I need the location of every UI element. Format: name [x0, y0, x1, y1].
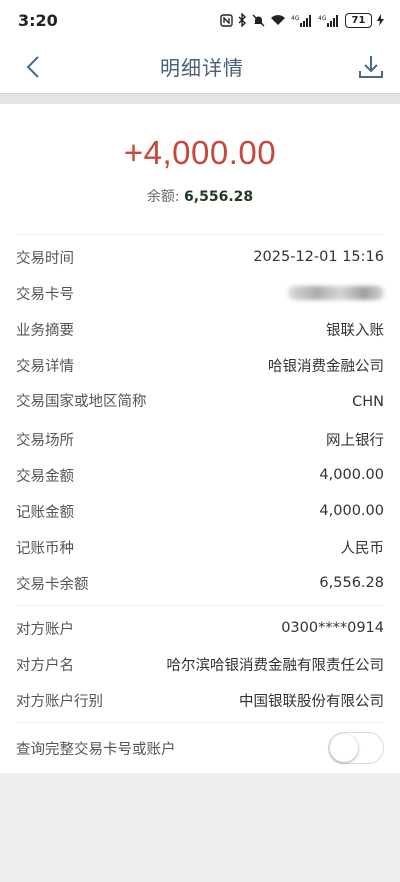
- top-spacer: [0, 94, 400, 104]
- detail-value: 网上银行: [326, 432, 384, 449]
- detail-value: 2025-12-01 15:16: [253, 249, 384, 265]
- detail-value: CHN: [352, 394, 384, 410]
- masked-card-number: [288, 286, 384, 300]
- svg-text:4G: 4G: [291, 15, 300, 22]
- detail-row-description: 交易详情 哈银消费金融公司: [16, 347, 384, 383]
- detail-row-summary: 业务摘要 银联入账: [16, 311, 384, 347]
- detail-label: 记账金额: [16, 504, 74, 521]
- counterparty-row-name: 对方户名 哈尔滨哈银消费金融有限责任公司: [16, 646, 384, 682]
- mute-bell-icon: [252, 14, 265, 27]
- detail-row-time: 交易时间 2025-12-01 15:16: [16, 239, 384, 275]
- toggle-label: 查询完整交易卡号或账户: [16, 741, 176, 758]
- detail-value: 4,000.00: [319, 503, 384, 519]
- detail-row-posted-amount: 记账金额 4,000.00: [16, 493, 384, 529]
- detail-label: 交易时间: [16, 250, 74, 267]
- detail-value: 6,556.28: [319, 575, 384, 591]
- nfc-icon: [220, 13, 233, 27]
- charging-bolt-icon: [377, 14, 384, 26]
- status-icons: 4G 4G 71: [220, 12, 384, 28]
- counterparty-row-account: 对方账户 0300****0914: [16, 610, 384, 646]
- chevron-left-icon: [26, 55, 39, 78]
- detail-label: 业务摘要: [16, 322, 74, 339]
- detail-label: 交易卡余额: [16, 576, 89, 593]
- detail-row-card-balance: 交易卡余额 6,556.28: [16, 565, 384, 601]
- detail-value: 哈银消费金融公司: [268, 358, 384, 375]
- detail-label: 交易国家或地区简称: [16, 393, 147, 410]
- balance-label: 余额:: [146, 189, 185, 205]
- detail-label: 对方账户行别: [16, 693, 103, 710]
- balance-line: 余额: 6,556.28: [0, 186, 400, 206]
- detail-label: 交易卡号: [16, 286, 74, 303]
- balance-value: 6,556.28: [184, 189, 254, 205]
- wifi-icon: [270, 14, 286, 26]
- detail-value: 人民币: [340, 540, 385, 557]
- back-button[interactable]: [18, 52, 48, 82]
- cellular-signal-icon-2: 4G: [318, 14, 340, 27]
- toggle-knob: [330, 734, 358, 762]
- amount-summary: +4,000.00 余额: 6,556.28: [0, 104, 400, 234]
- transaction-amount: +4,000.00: [123, 134, 277, 171]
- detail-value: 哈尔滨哈银消费金融有限责任公司: [166, 657, 385, 674]
- detail-label: 对方账户: [16, 621, 74, 638]
- detail-label: 交易详情: [16, 358, 74, 375]
- detail-label: 交易金额: [16, 468, 74, 485]
- detail-row-venue: 交易场所 网上银行: [16, 421, 384, 457]
- download-icon: [359, 55, 383, 78]
- full-number-toggle[interactable]: [328, 732, 384, 764]
- full-number-toggle-row: 查询完整交易卡号或账户: [16, 723, 384, 773]
- svg-text:4G: 4G: [318, 15, 327, 22]
- detail-label: 记账币种: [16, 540, 74, 557]
- bluetooth-icon: [238, 13, 247, 27]
- counterparty-details: 对方账户 0300****0914 对方户名 哈尔滨哈银消费金融有限责任公司 对…: [16, 606, 384, 722]
- detail-row-card-number: 交易卡号: [16, 275, 384, 311]
- cellular-signal-icon: 4G: [291, 14, 313, 27]
- transaction-details: 交易时间 2025-12-01 15:16 交易卡号 业务摘要 银联入账 交易详…: [16, 235, 384, 605]
- detail-row-transaction-amount: 交易金额 4,000.00: [16, 457, 384, 493]
- status-time: 3:20: [18, 10, 58, 30]
- detail-value: 中国银联股份有限公司: [239, 693, 384, 710]
- page-title: 明细详情: [160, 56, 244, 80]
- counterparty-row-bank: 对方账户行别 中国银联股份有限公司: [16, 682, 384, 718]
- detail-label: 交易场所: [16, 432, 74, 449]
- battery-indicator: 71: [345, 12, 372, 28]
- detail-value: 银联入账: [326, 322, 384, 339]
- download-button[interactable]: [356, 52, 386, 82]
- detail-row-currency: 记账币种 人民币: [16, 529, 384, 565]
- detail-row-country: 交易国家或地区简称 CHN: [16, 383, 384, 421]
- detail-value: 4,000.00: [319, 467, 384, 483]
- detail-label: 对方户名: [16, 657, 74, 674]
- detail-card: +4,000.00 余额: 6,556.28 交易时间 2025-12-01 1…: [0, 104, 400, 773]
- status-bar: 3:20 4G 4G 71: [0, 0, 400, 40]
- navigation-bar: 明细详情: [0, 40, 400, 94]
- detail-value: 0300****0914: [281, 620, 384, 636]
